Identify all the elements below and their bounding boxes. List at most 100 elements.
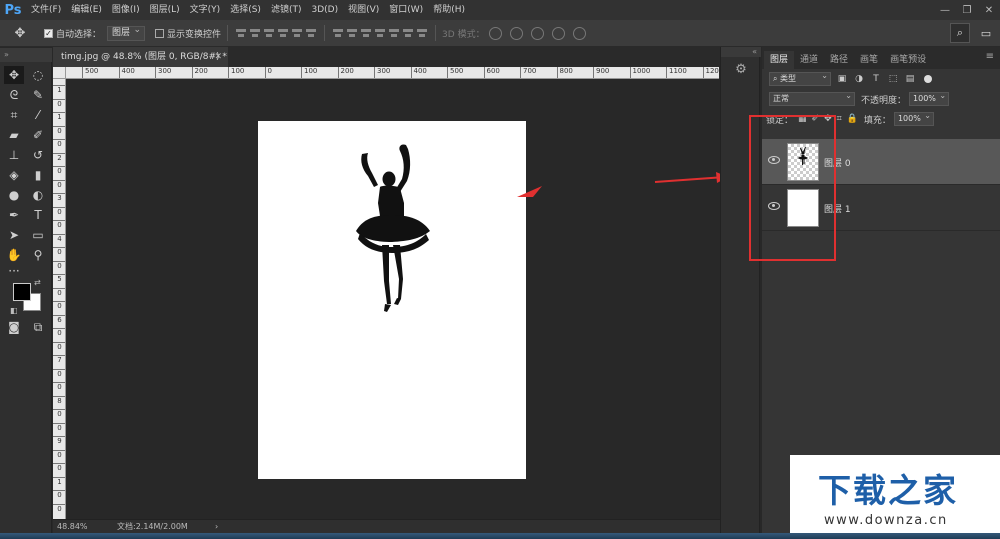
- menu-3d[interactable]: 3D(D): [306, 0, 343, 20]
- filter-adjustment-icon[interactable]: ◑: [853, 73, 865, 85]
- brush-tool-icon[interactable]: ✐: [28, 126, 48, 144]
- distribute-bottom-icon[interactable]: [361, 27, 372, 39]
- blend-mode-dropdown[interactable]: 正常: [769, 90, 855, 106]
- align-top-icon[interactable]: [236, 27, 247, 39]
- filter-toggle-icon[interactable]: [924, 75, 932, 83]
- dodge-tool-icon[interactable]: ◐: [28, 186, 48, 204]
- default-colors-icon[interactable]: ◧: [10, 306, 18, 315]
- auto-align-icon[interactable]: [417, 27, 428, 39]
- lock-all-icon[interactable]: 🔒: [847, 114, 858, 124]
- filter-type-icon[interactable]: T: [870, 73, 882, 85]
- align-vcenter-icon[interactable]: [250, 27, 261, 39]
- auto-select-checkbox[interactable]: ✓: [44, 28, 53, 38]
- screen-mode-icon[interactable]: ⧉: [28, 318, 48, 336]
- scale-3d-icon[interactable]: [572, 26, 586, 40]
- menu-file[interactable]: 文件(F): [26, 0, 66, 20]
- pen-tool-icon[interactable]: ✒: [4, 206, 24, 224]
- vertical-ruler[interactable]: 1 0 1 0 0 2 0 0 3 0 0 4 0 0 5 0 0 6 0 0 7 0 0 8 0 0 9 0 0 1 0 0: [53, 79, 66, 519]
- properties-panel-icon[interactable]: ⚙: [733, 62, 749, 78]
- show-transform-checkbox[interactable]: [155, 28, 165, 38]
- quick-select-tool-icon[interactable]: ✎: [28, 86, 48, 104]
- lock-artboard-icon[interactable]: ⌗: [837, 114, 842, 124]
- os-taskbar: [0, 533, 1000, 539]
- eraser-tool-icon[interactable]: ◈: [4, 166, 24, 184]
- layer-filter-dropdown[interactable]: ⌕ 类型: [769, 70, 831, 86]
- foreground-color-swatch[interactable]: [13, 283, 31, 301]
- tab-brush-presets[interactable]: 画笔预设: [884, 51, 932, 69]
- menu-image[interactable]: 图像(I): [107, 0, 145, 20]
- distribute-right-icon[interactable]: [403, 27, 414, 39]
- healing-brush-tool-icon[interactable]: ▰: [4, 126, 24, 144]
- rectangle-tool-icon[interactable]: ▭: [28, 226, 48, 244]
- workspace-controls: ⌕ ▭: [950, 23, 996, 43]
- crop-tool-icon[interactable]: ⌗: [4, 106, 24, 124]
- eyedropper-tool-icon[interactable]: ⁄: [28, 106, 48, 124]
- tab-channels[interactable]: 通道: [794, 51, 824, 69]
- filter-shape-icon[interactable]: ⬚: [887, 73, 899, 85]
- orbit-3d-icon[interactable]: [488, 26, 502, 40]
- align-bottom-icon[interactable]: [264, 27, 275, 39]
- canvas-area[interactable]: [67, 80, 719, 519]
- document-canvas[interactable]: [258, 121, 526, 479]
- menu-filter[interactable]: 滤镜(T): [266, 0, 307, 20]
- path-select-tool-icon[interactable]: ➤: [4, 226, 24, 244]
- distribute-vcenter-icon[interactable]: [347, 27, 358, 39]
- more-tools-icon[interactable]: ···: [4, 262, 24, 280]
- history-brush-tool-icon[interactable]: ↺: [28, 146, 48, 164]
- ruler-origin[interactable]: [53, 67, 66, 79]
- opacity-input[interactable]: 100%: [909, 90, 950, 106]
- align-hcenter-icon[interactable]: [292, 27, 303, 39]
- search-icon[interactable]: ⌕: [950, 23, 970, 43]
- align-left-icon[interactable]: [278, 27, 289, 39]
- restore-button[interactable]: ❐: [956, 0, 978, 20]
- drag-3d-icon[interactable]: [530, 26, 544, 40]
- move-tool-icon[interactable]: ✥: [4, 66, 24, 84]
- align-right-icon[interactable]: [306, 27, 317, 39]
- auto-select-dropdown[interactable]: 图层: [107, 24, 146, 41]
- move-tool-preset-icon[interactable]: ✥: [0, 20, 40, 47]
- ruler-tick: 1: [53, 112, 65, 121]
- menu-help[interactable]: 帮助(H): [428, 0, 470, 20]
- menu-type[interactable]: 文字(Y): [185, 0, 226, 20]
- zoom-readout[interactable]: 48.84%: [57, 520, 88, 534]
- menu-window[interactable]: 窗口(W): [384, 0, 428, 20]
- tab-brush[interactable]: 画笔: [854, 51, 884, 69]
- workspace-switcher-icon[interactable]: ▭: [976, 23, 996, 43]
- window-controls: — ❐ ✕: [934, 0, 1000, 20]
- fill-input[interactable]: 100%: [893, 110, 934, 126]
- menu-view[interactable]: 视图(V): [343, 0, 384, 20]
- tab-layers[interactable]: 图层: [764, 51, 795, 69]
- blur-tool-icon[interactable]: ●: [4, 186, 24, 204]
- tab-paths[interactable]: 路径: [824, 51, 854, 69]
- gradient-tool-icon[interactable]: ▮: [28, 166, 48, 184]
- close-tab-icon[interactable]: ✕: [214, 47, 222, 67]
- menu-layer[interactable]: 图层(L): [145, 0, 185, 20]
- slide-3d-icon[interactable]: [551, 26, 565, 40]
- type-tool-icon[interactable]: T: [28, 206, 48, 224]
- panel-menu-icon[interactable]: ≡: [986, 51, 994, 62]
- dock-collapse-icon[interactable]: «: [721, 47, 761, 57]
- swap-colors-icon[interactable]: ⇄: [34, 278, 41, 287]
- menu-edit[interactable]: 编辑(E): [66, 0, 107, 20]
- divider: [324, 25, 326, 41]
- roll-3d-icon[interactable]: [509, 26, 523, 40]
- watermark-title: 下载之家: [818, 471, 958, 510]
- lasso-tool-icon[interactable]: ᘓ: [4, 86, 24, 104]
- clone-stamp-tool-icon[interactable]: ⊥: [4, 146, 24, 164]
- filter-pixel-icon[interactable]: ▣: [836, 73, 848, 85]
- status-expand-icon[interactable]: ›: [215, 520, 218, 534]
- marquee-tool-icon[interactable]: ◌: [28, 66, 48, 84]
- filter-smart-object-icon[interactable]: ▤: [904, 73, 916, 85]
- menu-select[interactable]: 选择(S): [225, 0, 266, 20]
- close-button[interactable]: ✕: [978, 0, 1000, 20]
- distribute-top-icon[interactable]: [333, 27, 344, 39]
- ruler-tick: 0: [53, 179, 65, 189]
- horizontal-ruler[interactable]: 500 400 300 200 100 0 100 200 300 400 500 600 700 800…: [66, 67, 719, 79]
- distribute-hcenter-icon[interactable]: [389, 27, 400, 39]
- document-tab[interactable]: timg.jpg @ 48.8% (图层 0, RGB/8#) * ✕: [53, 47, 228, 67]
- quick-mask-icon[interactable]: ◙: [4, 318, 24, 336]
- minimize-button[interactable]: —: [934, 0, 956, 20]
- distribute-left-icon[interactable]: [375, 27, 386, 39]
- toolbox-grip[interactable]: »: [0, 48, 52, 62]
- zoom-tool-icon[interactable]: ⚲: [28, 246, 48, 264]
